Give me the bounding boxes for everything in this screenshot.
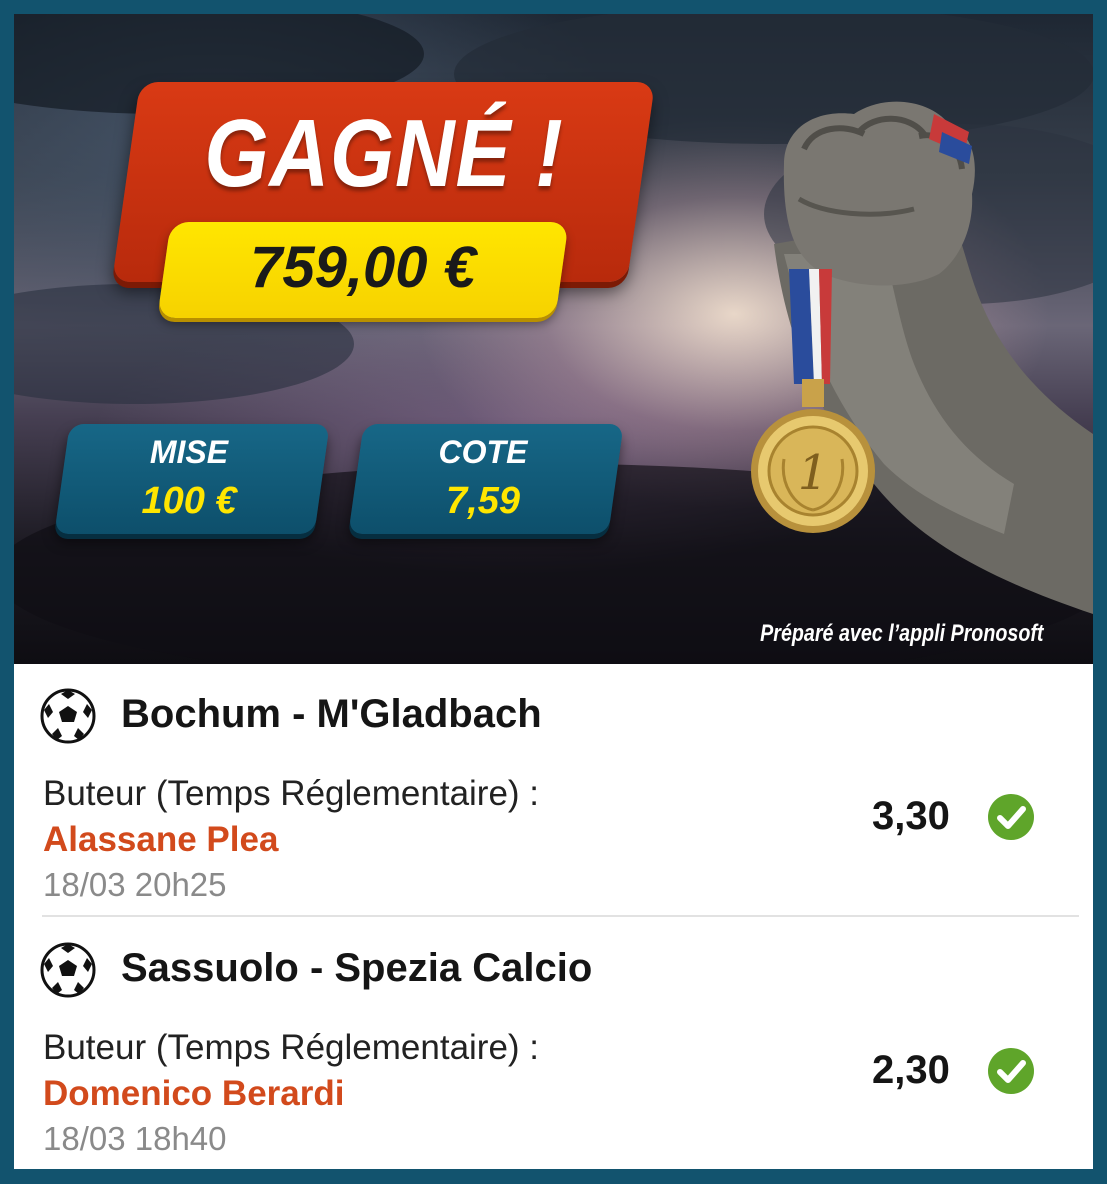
- match-name: Bochum - M'Gladbach: [121, 692, 542, 736]
- soccer-ball-icon: [40, 942, 96, 998]
- selection-odds: 2,30: [872, 1048, 950, 1092]
- stake-label: MISE: [149, 434, 229, 470]
- match-datetime: 18/03 18h40: [43, 1120, 227, 1157]
- bet-selection-row: Sassuolo - Spezia Calcio Buteur (Temps R…: [14, 918, 1093, 1168]
- total-odds-value: 7,59: [446, 480, 520, 522]
- check-circle-icon: [988, 1048, 1034, 1094]
- medal-number: 1: [798, 445, 829, 501]
- selection-name: Alassane Plea: [43, 820, 279, 859]
- market-label: Buteur (Temps Réglementaire) :: [43, 774, 540, 813]
- headline-text: GAGNÉ !: [204, 100, 564, 207]
- app-credit: Préparé avec l’appli Pronosoft: [759, 620, 1043, 647]
- odds-label: COTE: [438, 434, 528, 470]
- soccer-ball-icon: [40, 688, 96, 744]
- check-circle-icon: [988, 794, 1034, 840]
- win-amount: 759,00 €: [250, 235, 476, 300]
- win-banner: 1 GAGNÉ ! 759,00 € MISE 100 € COTE 7,59 …: [14, 14, 1093, 664]
- market-label: Buteur (Temps Réglementaire) :: [43, 1028, 540, 1067]
- stake-value: 100 €: [141, 480, 237, 522]
- bet-ticket-card: 1 GAGNÉ ! 759,00 € MISE 100 € COTE 7,59 …: [14, 14, 1093, 1169]
- match-name: Sassuolo - Spezia Calcio: [121, 946, 593, 990]
- row-divider: [42, 915, 1079, 917]
- selection-name: Domenico Berardi: [43, 1074, 345, 1113]
- selection-odds: 3,30: [872, 794, 950, 838]
- match-datetime: 18/03 20h25: [43, 866, 227, 903]
- bet-selection-row: Bochum - M'Gladbach Buteur (Temps Réglem…: [14, 664, 1093, 914]
